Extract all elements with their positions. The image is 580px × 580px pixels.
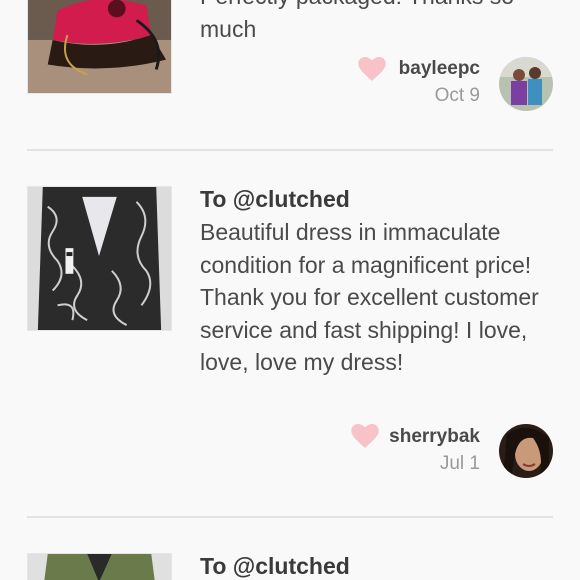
heart-icon[interactable] bbox=[358, 57, 386, 81]
handbag-image bbox=[28, 0, 171, 93]
avatar-image bbox=[499, 424, 553, 478]
reviewer-avatar[interactable] bbox=[499, 57, 553, 111]
review-card: Perfectly packaged! Thanks so much bayle… bbox=[0, 0, 580, 150]
divider bbox=[27, 516, 553, 518]
avatar-image bbox=[499, 57, 553, 111]
review-date: Jul 1 bbox=[439, 453, 480, 474]
reviewer-username[interactable]: bayleepc bbox=[399, 58, 480, 80]
review-meta: sherrybak Jul 1 bbox=[389, 426, 480, 475]
divider bbox=[27, 149, 553, 151]
product-thumbnail[interactable] bbox=[27, 186, 172, 331]
heart-icon[interactable] bbox=[351, 424, 379, 448]
top-image bbox=[28, 554, 171, 580]
review-recipient[interactable]: To @clutched bbox=[200, 553, 350, 580]
dress-image bbox=[28, 187, 171, 330]
review-recipient[interactable]: To @clutched bbox=[200, 186, 350, 213]
review-meta: bayleepc Oct 9 bbox=[399, 58, 480, 107]
reviewer-avatar[interactable] bbox=[499, 424, 553, 478]
review-message: Perfectly packaged! Thanks so much bbox=[200, 0, 514, 42]
product-thumbnail[interactable] bbox=[27, 0, 172, 94]
review-card: To @clutched bbox=[0, 553, 580, 580]
product-thumbnail[interactable] bbox=[27, 553, 172, 580]
review-message: Beautiful dress in immaculate condition … bbox=[200, 219, 539, 376]
reviewer-username[interactable]: sherrybak bbox=[389, 426, 480, 448]
review-date: Oct 9 bbox=[434, 85, 480, 106]
review-card: To @clutched Beautiful dress in immacula… bbox=[0, 186, 580, 516]
